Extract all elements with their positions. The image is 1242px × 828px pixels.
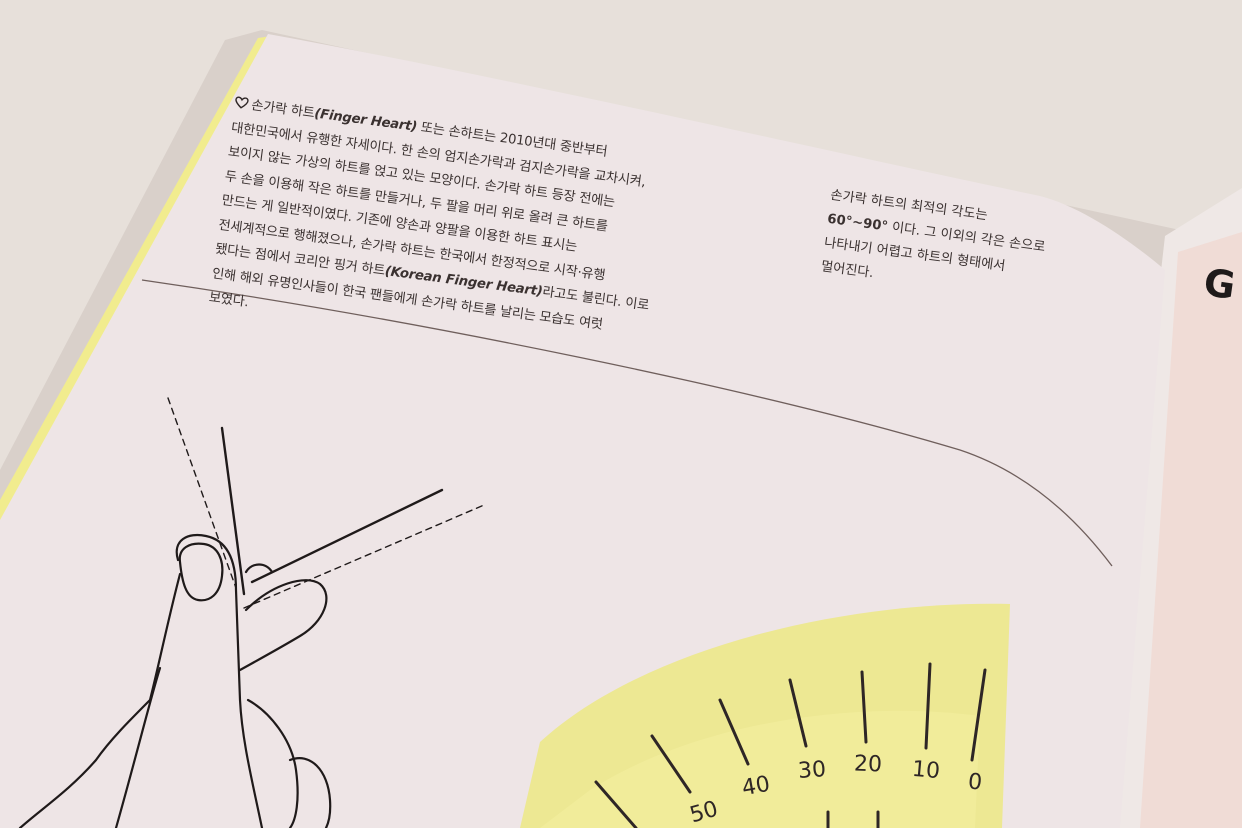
protractor-label-20: 20 — [853, 751, 883, 778]
heart-icon — [235, 96, 249, 109]
protractor-label-30: 30 — [797, 757, 827, 784]
right-page-title: G — [1201, 260, 1239, 308]
scene — [0, 0, 1242, 828]
protractor-label-40: 40 — [740, 771, 772, 802]
term-finger-heart-kr: 손가락 하트 — [250, 98, 316, 122]
protractor-label-10: 10 — [910, 756, 942, 785]
optimal-angle: 60°~90° — [826, 211, 889, 235]
protractor-label-0: 0 — [966, 769, 984, 796]
